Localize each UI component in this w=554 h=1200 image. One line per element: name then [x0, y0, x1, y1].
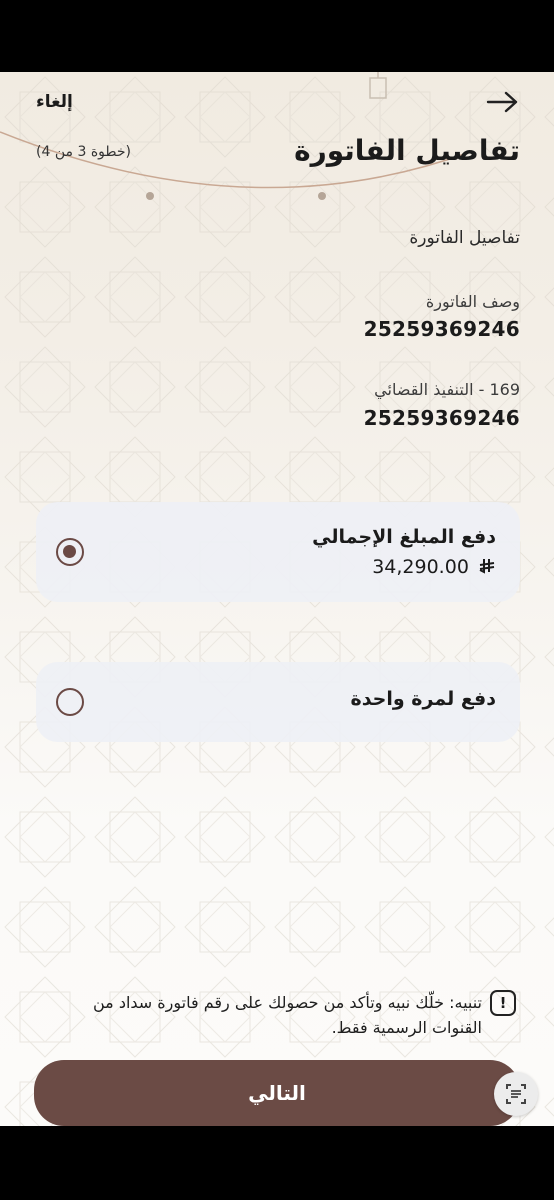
option-title: دفع المبلغ الإجمالي [312, 526, 496, 548]
field-label-description: وصف الفاتورة [425, 292, 520, 311]
exclamation-icon: ! [490, 990, 516, 1016]
screen: إلغاء تفاصيل الفاتورة (خطوة 3 من 4) تفاص… [0, 72, 554, 1126]
option-pay-once[interactable]: دفع لمرة واحدة [36, 662, 520, 742]
arrow-right-icon[interactable] [486, 90, 520, 114]
option-pay-total[interactable]: دفع المبلغ الإجمالي 34,290.00 [36, 502, 520, 602]
next-button[interactable]: التالي [34, 1060, 520, 1126]
notice-text: تنبيه: خلّك نبيه وتأكد من حصولك على رقم … [92, 993, 482, 1037]
field-label-biller: 169 - التنفيذ القضائي [374, 380, 520, 399]
option-title: دفع لمرة واحدة [350, 688, 496, 710]
field-value-description: 25259369246 [363, 317, 520, 341]
section-title: تفاصيل الفاتورة [409, 228, 520, 248]
cancel-button[interactable]: إلغاء [36, 92, 73, 112]
riyal-currency-icon [479, 559, 495, 574]
step-indicator: (خطوة 3 من 4) [36, 144, 131, 160]
radio-selected-icon[interactable] [56, 538, 84, 566]
option-amount-row: 34,290.00 [372, 556, 496, 578]
option-amount: 34,290.00 [372, 556, 469, 578]
field-value-biller: 25259369246 [363, 406, 520, 430]
page-title: تفاصيل الفاتورة [294, 134, 520, 167]
scan-text-icon [506, 1084, 526, 1104]
radio-unselected-icon[interactable] [56, 688, 84, 716]
scan-text-button[interactable] [494, 1072, 538, 1116]
